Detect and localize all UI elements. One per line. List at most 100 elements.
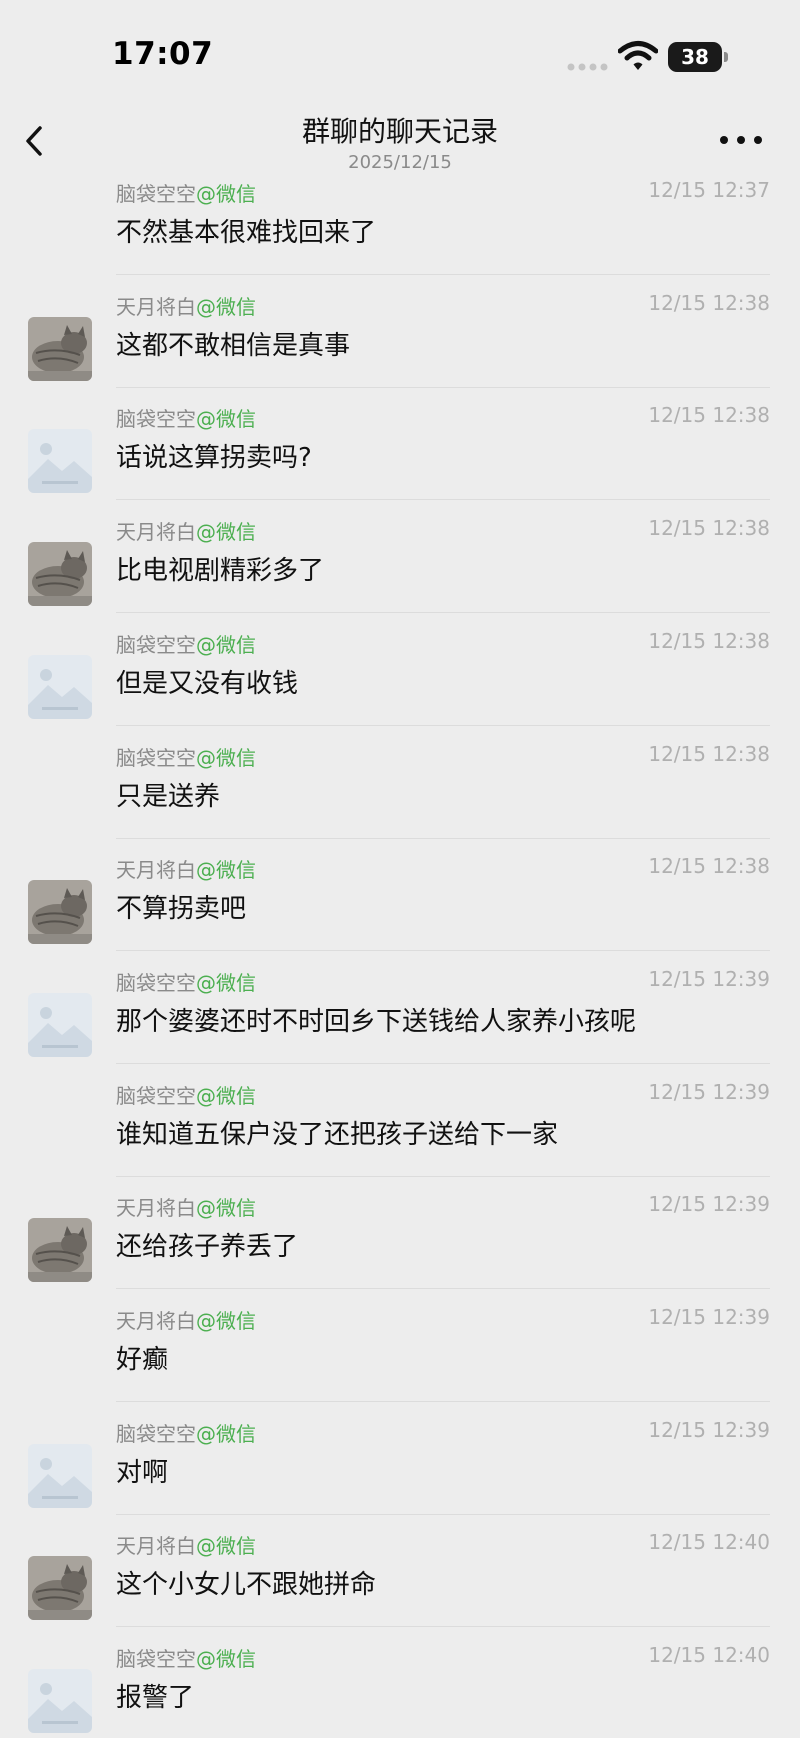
message-timestamp: 12/15 12:38	[648, 854, 770, 879]
sender-name: 脑袋空空	[116, 182, 196, 206]
message-row[interactable]: 脑袋空空@微信 12/15 12:37 不然基本很难找回来了	[0, 178, 800, 299]
source-app-tag: @微信	[196, 294, 256, 319]
wifi-icon	[618, 41, 658, 70]
message-text: 好癫	[116, 1345, 169, 1375]
sender-name: 天月将白	[116, 294, 196, 319]
source-app-tag: @微信	[196, 632, 256, 657]
message-timestamp: 12/15 12:39	[648, 1417, 770, 1442]
message-row[interactable]: 脑袋空空@微信 12/15 12:39 谁知道五保户没了还把孩子送给下一家	[0, 1080, 800, 1201]
divider	[116, 1288, 770, 1290]
battery-icon: 38	[668, 42, 728, 72]
message-timestamp: 12/15 12:38	[648, 403, 770, 428]
more-dot-icon	[720, 136, 728, 144]
sender-name: 天月将白	[116, 520, 196, 545]
sender-line: 天月将白@微信	[116, 854, 256, 883]
sender-name: 脑袋空空	[116, 1647, 196, 1672]
sender-line: 脑袋空空@微信	[116, 742, 256, 771]
sender-line: 脑袋空空@微信	[116, 967, 256, 996]
message-text: 这都不敢相信是真事	[116, 330, 351, 361]
avatar-cat-icon[interactable]	[28, 316, 92, 381]
divider	[116, 1175, 770, 1177]
message-timestamp: 12/15 12:38	[648, 741, 770, 766]
avatar-cat-icon[interactable]	[28, 1556, 92, 1621]
divider	[116, 950, 770, 952]
message-row[interactable]: 脑袋空空@微信 12/15 12:38 但是又没有收钱	[0, 629, 800, 750]
page-subtitle: 2025/12/15	[348, 152, 452, 173]
message-text: 报警了	[116, 1683, 195, 1714]
avatar-placeholder-icon[interactable]	[28, 1443, 92, 1508]
source-app-tag: @微信	[196, 1083, 256, 1108]
nav-bar: 群聊的聊天记录 2025/12/15	[0, 100, 800, 180]
source-app-tag: @微信	[196, 407, 256, 432]
divider	[116, 386, 770, 388]
source-app-tag: @微信	[196, 182, 256, 206]
message-row[interactable]: 脑袋空空@微信 12/15 12:38 只是送养	[0, 742, 800, 863]
sender-line: 天月将白@微信	[116, 291, 256, 320]
message-row[interactable]: 天月将白@微信 12/15 12:40 这个小女儿不跟她拼命	[0, 1530, 800, 1651]
message-text: 那个婆婆还时不时回乡下送钱给人家养小孩呢	[116, 1006, 637, 1037]
message-row[interactable]: 天月将白@微信 12/15 12:39 好癫	[0, 1305, 800, 1426]
battery-level: 38	[681, 45, 709, 69]
sender-name: 脑袋空空	[116, 970, 196, 995]
sender-name: 脑袋空空	[116, 632, 196, 657]
message-text: 但是又没有收钱	[116, 668, 299, 699]
message-timestamp: 12/15 12:39	[648, 1079, 770, 1104]
divider	[116, 1062, 770, 1064]
message-timestamp: 12/15 12:39	[648, 1305, 770, 1329]
sender-name: 脑袋空空	[116, 745, 196, 770]
message-text: 不算拐卖吧	[116, 894, 247, 925]
divider	[116, 724, 770, 726]
divider	[116, 1626, 770, 1628]
message-text: 对啊	[116, 1457, 169, 1488]
source-app-tag: @微信	[196, 1421, 256, 1446]
source-app-tag: @微信	[196, 858, 256, 883]
avatar-placeholder-icon[interactable]	[28, 992, 92, 1057]
sender-line: 天月将白@微信	[116, 516, 256, 545]
message-row[interactable]: 脑袋空空@微信 12/15 12:39 对啊	[0, 1418, 800, 1539]
message-row[interactable]: 脑袋空空@微信 12/15 12:39 那个婆婆还时不时回乡下送钱给人家养小孩呢	[0, 967, 800, 1088]
divider	[116, 837, 770, 839]
sender-line: 脑袋空空@微信	[116, 629, 256, 658]
sender-name: 天月将白	[116, 1534, 196, 1559]
message-text: 这个小女儿不跟她拼命	[116, 1570, 377, 1601]
message-timestamp: 12/15 12:40	[648, 1530, 770, 1555]
avatar-cat-icon[interactable]	[28, 880, 92, 945]
signal-icon	[567, 63, 608, 71]
avatar-placeholder-icon[interactable]	[28, 1669, 92, 1734]
source-app-tag: @微信	[196, 1309, 256, 1333]
message-timestamp: 12/15 12:38	[648, 290, 770, 315]
message-text: 还给孩子养丢了	[116, 1232, 299, 1263]
source-app-tag: @微信	[196, 1534, 256, 1559]
message-text: 话说这算拐卖吗?	[116, 443, 312, 474]
message-timestamp: 12/15 12:39	[648, 966, 770, 991]
avatar-placeholder-icon[interactable]	[28, 429, 92, 494]
sender-name: 脑袋空空	[116, 1083, 196, 1108]
message-row[interactable]: 天月将白@微信 12/15 12:38 不算拐卖吧	[0, 854, 800, 975]
sender-line: 脑袋空空@微信	[116, 1080, 256, 1109]
message-timestamp: 12/15 12:38	[648, 628, 770, 653]
divider	[116, 274, 770, 275]
chat-history-screen: 17:07 38 群聊的聊天记录 2025/12/15 脑袋空空@微信 12/1…	[0, 0, 800, 1738]
more-options-button[interactable]	[720, 130, 762, 150]
message-row[interactable]: 脑袋空空@微信 12/15 12:38 话说这算拐卖吗?	[0, 403, 800, 524]
message-timestamp: 12/15 12:38	[648, 516, 770, 541]
message-row[interactable]: 天月将白@微信 12/15 12:39 还给孩子养丢了	[0, 1192, 800, 1313]
message-timestamp: 12/15 12:37	[648, 178, 770, 202]
avatar-cat-icon[interactable]	[28, 542, 92, 607]
source-app-tag: @微信	[196, 970, 256, 995]
sender-line: 天月将白@微信	[116, 1305, 256, 1334]
avatar-placeholder-icon[interactable]	[28, 654, 92, 719]
message-row[interactable]: 脑袋空空@微信 12/15 12:40 报警了	[0, 1643, 800, 1738]
status-bar: 17:07 38	[0, 0, 800, 110]
divider	[116, 1401, 770, 1402]
message-text: 谁知道五保户没了还把孩子送给下一家	[116, 1119, 559, 1150]
sender-line: 天月将白@微信	[116, 1192, 256, 1221]
source-app-tag: @微信	[196, 745, 256, 770]
more-dot-icon	[754, 136, 762, 144]
sender-name: 脑袋空空	[116, 1421, 196, 1446]
message-row[interactable]: 天月将白@微信 12/15 12:38 这都不敢相信是真事	[0, 291, 800, 412]
page-title: 群聊的聊天记录	[301, 115, 498, 148]
avatar-cat-icon[interactable]	[28, 1218, 92, 1283]
message-row[interactable]: 天月将白@微信 12/15 12:38 比电视剧精彩多了	[0, 516, 800, 637]
sender-name: 天月将白	[116, 858, 196, 883]
